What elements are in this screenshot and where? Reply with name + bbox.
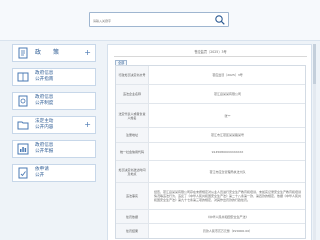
row-value: 苍江市江苍区某某路某号: [210, 133, 244, 137]
row-label: 处罚结果: [116, 224, 149, 238]
sidebar-item-annual-report[interactable]: 政府信息 公开年报: [12, 140, 96, 158]
guide-icon: [17, 72, 29, 82]
sidebar-item-policy[interactable]: 政 策 +: [12, 44, 96, 62]
expand-icon[interactable]: +: [84, 120, 91, 130]
sidebar-item-label: 依申请 公开: [35, 167, 49, 178]
table-row: 违法事实 经查，苍江县某某有限公司存在未按规定对从业人员进行安全生产教育和培训，…: [116, 183, 305, 210]
header: [0, 0, 320, 40]
header-divider: [0, 40, 320, 41]
row-value: 《中华人民共和国安全生产法》: [206, 214, 249, 219]
scrollbar-thumb[interactable]: [313, 44, 316, 84]
row-label: 处罚决定书送达时间及地点: [116, 161, 149, 182]
document-panel: 苍应监罚〔2025〕3号 全部 行政处罚决定书文号 苍应监罚〔2025〕3号 违…: [107, 44, 312, 240]
sidebar-item-guide[interactable]: 政府信息 公开指南: [12, 68, 96, 86]
apply-icon: [18, 167, 28, 179]
report-icon: [17, 143, 29, 155]
folder-icon: [17, 121, 29, 130]
row-label: 处罚依据: [116, 210, 149, 223]
row-label: 违法企业名称: [116, 85, 149, 103]
search-input[interactable]: [93, 17, 203, 24]
title-divider: [114, 56, 307, 57]
table-row: 统一社会信用代码 91450800XXXXXXXX: [116, 143, 305, 161]
row-value: 罚款人民币贰万元整（¥20000.00）: [202, 229, 253, 233]
row-value: 经查，苍江县某某有限公司存在未按规定对从业人员进行安全生产教育和培训，未如实记录…: [154, 190, 302, 202]
row-label: 注册地址: [116, 128, 149, 142]
sidebar-item-apply[interactable]: 依申请 公开: [12, 164, 96, 182]
penalty-info-table: 行政处罚决定书文号 苍应监罚〔2025〕3号 违法企业名称 苍江县某某有限公司 …: [115, 65, 306, 239]
row-value: 91450800XXXXXXXX: [211, 149, 244, 154]
search-box: [89, 12, 229, 27]
sidebar-item-label: 政府信息 公开指南: [35, 71, 54, 82]
document-title: 苍应监罚〔2025〕3号: [194, 50, 227, 54]
table-row: 处罚依据 《中华人民共和国安全生产法》: [116, 210, 305, 224]
row-value: 张**: [224, 113, 231, 118]
row-value: 苍应监罚〔2025〕3号: [212, 73, 243, 77]
row-value: 苍江县某某有限公司: [213, 92, 241, 96]
sidebar-item-rules[interactable]: 政府信息 公开制度: [12, 92, 96, 110]
row-label: 统一社会信用代码: [116, 143, 149, 160]
row-value: 苍江市应急管理局执法大队: [209, 169, 246, 174]
sidebar-item-label: 法定主动 公开内容: [35, 119, 54, 130]
table-row: 处罚结果 罚款人民币贰万元整（¥20000.00）: [116, 224, 305, 238]
doc-icon: [18, 47, 28, 59]
table-row: 注册地址 苍江市江苍区某某路某号: [116, 128, 305, 143]
sidebar-item-label: 政 策: [35, 49, 63, 56]
table-row: 处罚决定书送达时间及地点 苍江市应急管理局执法大队: [116, 161, 305, 183]
search-icon[interactable]: [214, 14, 226, 26]
table-row: 法定代表人或者负责人姓名 张**: [116, 104, 305, 128]
rules-icon: [18, 95, 28, 107]
sidebar-item-label: 政府信息 公开制度: [35, 95, 54, 106]
row-label: 行政处罚决定书文号: [116, 66, 149, 84]
sidebar: 政 策 + 政府信息 公开指南 政府信息 公开制度 法定主动 公开内容 + 政府…: [12, 44, 96, 240]
sidebar-item-active-disclosure[interactable]: 法定主动 公开内容 +: [12, 116, 96, 134]
scrollbar[interactable]: [313, 44, 316, 240]
sidebar-item-label: 政府信息 公开年报: [35, 143, 54, 154]
expand-icon[interactable]: +: [84, 48, 91, 58]
table-row: 违法企业名称 苍江县某某有限公司: [116, 85, 305, 104]
table-row: 行政处罚决定书文号 苍应监罚〔2025〕3号: [116, 66, 305, 85]
row-label: 违法事实: [116, 183, 149, 209]
row-label: 法定代表人或者负责人姓名: [116, 104, 149, 127]
